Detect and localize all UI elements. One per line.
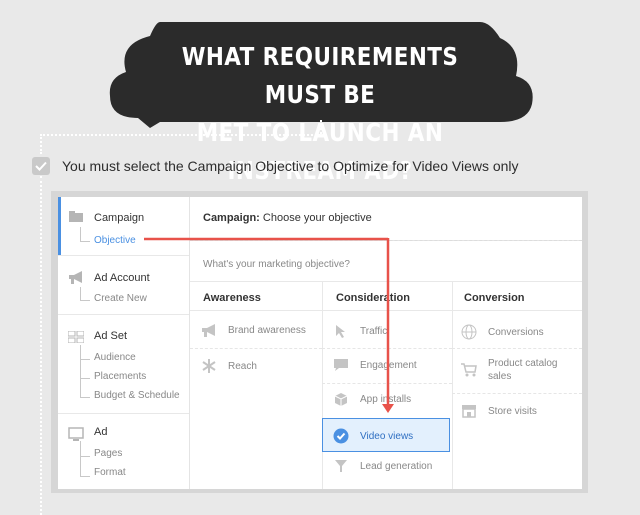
- pointer-arrow: [144, 237, 394, 413]
- arrow-head-icon: [382, 404, 394, 413]
